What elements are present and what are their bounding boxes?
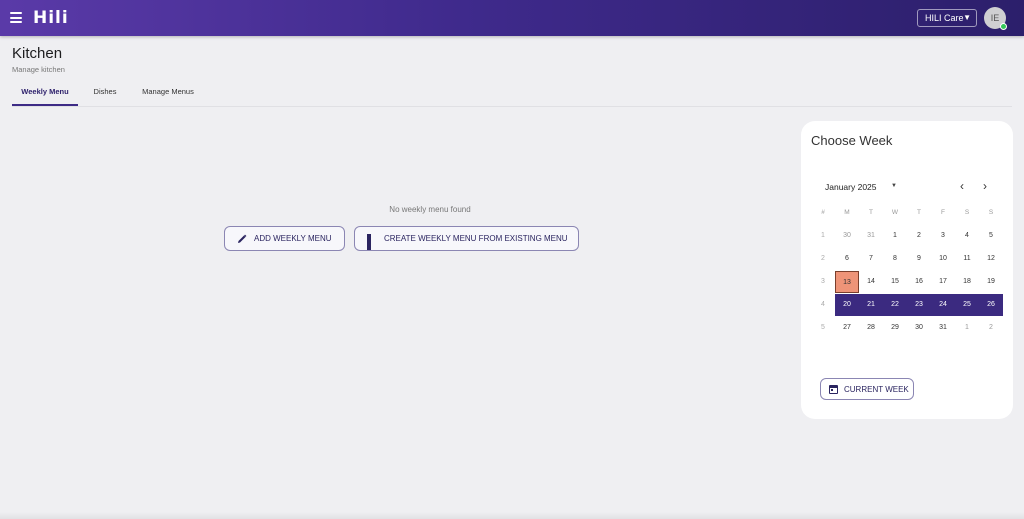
selected-week-highlight: 20 21 22 23 24 25 26 [835,294,1003,316]
week-number: 2 [821,255,825,262]
app-logo[interactable]: Hili [33,8,69,28]
calendar-day[interactable]: 28 [859,317,883,339]
organization-select-label: HILI Care [925,13,964,23]
weekday-header: S [988,209,994,216]
add-weekly-menu-label: ADD WEEKLY MENU [254,234,332,243]
previous-month-icon[interactable]: ‹ [956,179,968,193]
calendar-day[interactable]: 1 [883,225,907,247]
add-weekly-menu-button[interactable]: ADD WEEKLY MENU [224,226,345,251]
current-week-button[interactable]: CURRENT WEEK [820,378,914,400]
weekday-header: W [891,209,899,216]
weekday-header: F [941,209,945,216]
calendar-day[interactable]: 31 [859,225,883,247]
calendar-day[interactable]: 18 [955,271,979,293]
calendar-day[interactable]: 19 [979,271,1003,293]
weekday-header: T [869,209,873,216]
top-app-bar: Hili HILI Care ▼ IE [0,0,1024,36]
calendar-day[interactable]: 23 [907,294,931,316]
online-status-dot [1000,23,1007,30]
create-weekly-menu-button[interactable]: CREATE WEEKLY MENU FROM EXISTING MENU [354,226,579,251]
weekday-header: M [844,209,850,216]
avatar-initials: IE [990,13,1000,23]
calendar-day[interactable]: 30 [907,317,931,339]
bottom-shadow [0,512,1024,519]
tab-dishes[interactable]: Dishes [86,83,124,106]
hamburger-menu-icon[interactable] [10,12,22,23]
calendar-day[interactable]: 24 [931,294,955,316]
calendar-day[interactable]: 26 [979,294,1003,316]
calendar-day[interactable]: 30 [835,225,859,247]
calendar-day[interactable]: 9 [907,248,931,270]
empty-state-message: No weekly menu found [389,205,471,214]
calendar-day[interactable]: 16 [907,271,931,293]
dashboard-icon [367,233,377,250]
calendar-day[interactable]: 10 [931,248,955,270]
week-number: 3 [821,278,825,285]
calendar-day[interactable]: 8 [883,248,907,270]
calendar-day[interactable]: 21 [859,294,883,316]
chevron-down-icon: ▼ [963,13,971,22]
current-week-label: CURRENT WEEK [844,384,909,394]
calendar-day[interactable]: 14 [859,271,883,293]
calendar-week-row[interactable]: 2 6 7 8 9 10 11 12 [811,248,1003,270]
calendar-day[interactable]: 2 [979,317,1003,339]
card-title: Choose Week [811,133,893,148]
calendar-day[interactable]: 6 [835,248,859,270]
weekday-header: S [964,209,970,216]
week-number: 4 [821,301,825,308]
calendar-week-row[interactable]: 5 27 28 29 30 31 1 2 [811,317,1003,339]
choose-week-card: Choose Week January 2025 ▼ ‹ › # M T W T… [801,121,1013,419]
calendar-day[interactable]: 5 [979,225,1003,247]
calendar-day[interactable]: 22 [883,294,907,316]
calendar-day[interactable]: 25 [955,294,979,316]
kitchen-tabs: Weekly Menu Dishes Manage Menus [12,83,1012,107]
pencil-icon [237,234,247,244]
calendar-day[interactable]: 20 [835,294,859,316]
page-title: Kitchen [12,45,63,62]
create-weekly-menu-label: CREATE WEEKLY MENU FROM EXISTING MENU [384,234,568,243]
calendar-day[interactable]: 17 [931,271,955,293]
calendar-day[interactable]: 27 [835,317,859,339]
calendar-day[interactable]: 11 [955,248,979,270]
calendar-day[interactable]: 7 [859,248,883,270]
calendar-day-today[interactable]: 13 [835,271,859,293]
next-month-icon[interactable]: › [979,179,991,193]
calendar-day[interactable]: 3 [931,225,955,247]
calendar-day[interactable]: 29 [883,317,907,339]
organization-select[interactable]: HILI Care ▼ [917,9,977,27]
week-number: 5 [821,324,825,331]
user-avatar[interactable]: IE [984,7,1007,30]
calendar-day[interactable]: 31 [931,317,955,339]
calendar-week-row[interactable]: 3 13 14 15 16 17 18 19 [811,271,1003,293]
weekday-header: T [917,209,921,216]
month-year-select[interactable]: January 2025 [825,182,877,192]
page-subtitle: Manage kitchen [12,65,65,74]
weekday-header-row: # M T W T F S S [811,202,1003,224]
calendar-day[interactable]: 12 [979,248,1003,270]
calendar-week-row-selected[interactable]: 4 20 21 22 23 24 25 26 [811,294,1003,316]
week-number: 1 [821,232,825,239]
tab-weekly-menu[interactable]: Weekly Menu [12,83,78,106]
calendar-week-row[interactable]: 1 30 31 1 2 3 4 5 [811,225,1003,247]
calendar-icon [829,384,838,394]
calendar-day[interactable]: 1 [955,317,979,339]
calendar-day[interactable]: 15 [883,271,907,293]
calendar-day[interactable]: 4 [955,225,979,247]
calendar-day[interactable]: 2 [907,225,931,247]
week-number-header: # [821,209,825,216]
caret-down-icon[interactable]: ▼ [891,183,897,189]
tab-manage-menus[interactable]: Manage Menus [134,83,202,106]
